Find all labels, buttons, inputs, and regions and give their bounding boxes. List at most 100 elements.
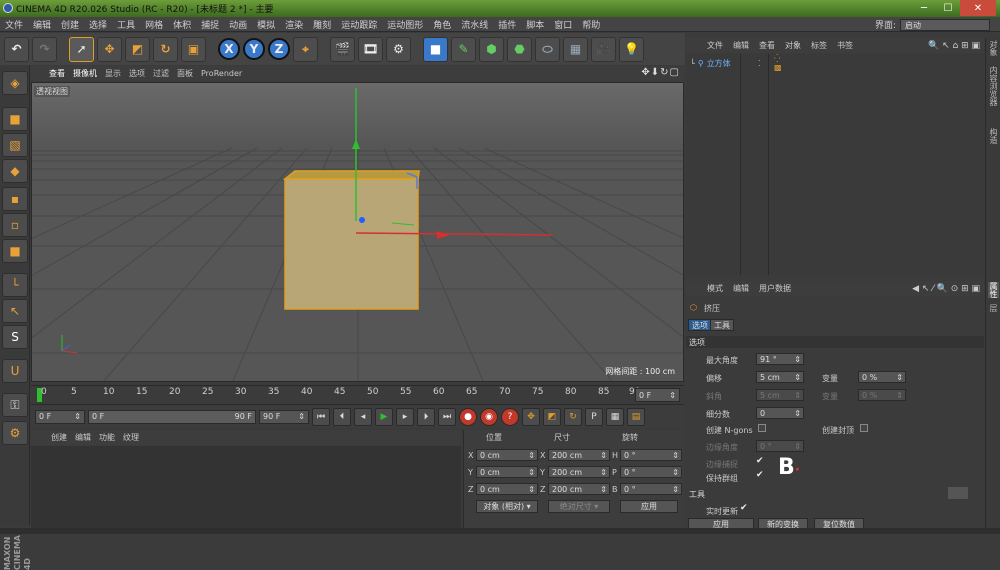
make-editable-icon[interactable]: ◈ (2, 71, 28, 95)
object-name[interactable]: 立方体 (707, 58, 731, 69)
menu-window[interactable]: 窗口 (549, 18, 577, 31)
prev-key-icon[interactable]: ⏴ (333, 407, 351, 426)
menu-tools[interactable]: 工具 (112, 18, 140, 31)
pen-spline-icon[interactable]: ✎ (451, 36, 476, 62)
realtime-update-check-icon[interactable]: ✔ (740, 503, 748, 513)
menu-pipeline[interactable]: 流水线 (456, 18, 493, 31)
offset-field[interactable]: 5 cm ⇕ (756, 371, 804, 383)
obj-menu-file[interactable]: 文件 (702, 40, 728, 51)
live-select-icon[interactable]: ➚ (69, 36, 94, 62)
coordinate-mode-select[interactable]: 对象 (相对) ▾ (476, 500, 538, 513)
position-y-field[interactable]: 0 cm ⇕ (476, 466, 538, 478)
planar-workplane-icon[interactable]: ⚙ (2, 421, 28, 445)
floor-icon[interactable]: ▦ (563, 36, 588, 62)
key-rotation-icon[interactable]: ↻ (564, 407, 582, 426)
play-icon[interactable]: ▶ (375, 407, 393, 426)
visibility-dots-icon[interactable]: ⁚ (758, 59, 761, 68)
size-z-field[interactable]: 200 cm ⇕ (548, 483, 610, 495)
menu-mograph[interactable]: 运动图形 (382, 18, 428, 31)
viewport-menu-options[interactable]: 选项 (126, 68, 148, 79)
menu-character[interactable]: 角色 (428, 18, 456, 31)
menu-select[interactable]: 选择 (84, 18, 112, 31)
subdivision-icon[interactable]: ⬢ (479, 36, 504, 62)
edges-mode-icon[interactable]: ▫ (2, 213, 28, 237)
menu-mesh[interactable]: 网格 (140, 18, 168, 31)
cube-object[interactable] (282, 170, 420, 310)
viewport-menu-filter[interactable]: 过滤 (150, 68, 172, 79)
model-mode-icon[interactable]: ■ (2, 107, 28, 131)
viewport-navigation-icons[interactable]: ✥⬇↻▢ (641, 67, 680, 78)
position-x-field[interactable]: 0 cm ⇕ (476, 449, 538, 461)
tweak-mode-icon[interactable]: ↖ (2, 299, 28, 323)
obj-menu-view[interactable]: 查看 (754, 40, 780, 51)
solo-mode-icon[interactable]: S (2, 325, 28, 349)
tab-tool[interactable]: 工具 (710, 319, 734, 331)
material-menu-texture[interactable]: 纹理 (119, 432, 143, 443)
frame-range-slider[interactable]: 0 F 90 F (88, 409, 256, 424)
bevel-field[interactable]: 5 cm ⇕ (756, 389, 804, 401)
create-ngons-checkbox[interactable] (758, 424, 766, 432)
edge-snap-check-icon[interactable]: ✔ (756, 456, 764, 466)
next-key-icon[interactable]: ⏵ (417, 407, 435, 426)
lock-workplane-icon[interactable]: ⚿ (2, 393, 28, 417)
snap-icon[interactable]: U (2, 359, 28, 383)
close-button[interactable]: ✕ (960, 0, 996, 16)
tab-structure[interactable]: 构造 (988, 128, 999, 144)
rotation-h-field[interactable]: 0 ° ⇕ (620, 449, 682, 461)
menu-snap[interactable]: 捕捉 (196, 18, 224, 31)
rotation-b-field[interactable]: 0 ° ⇕ (620, 483, 682, 495)
menu-animate[interactable]: 动画 (224, 18, 252, 31)
size-mode-select[interactable]: 绝对尺寸 ▾ (548, 500, 610, 513)
minimize-button[interactable]: ─ (912, 0, 936, 16)
move-icon[interactable]: ✥ (97, 36, 122, 62)
rotate-icon[interactable]: ↻ (153, 36, 178, 62)
material-menu-function[interactable]: 功能 (95, 432, 119, 443)
light-icon[interactable]: 💡 (619, 36, 644, 62)
obj-menu-bookmarks[interactable]: 书签 (832, 40, 858, 51)
prev-frame-icon[interactable]: ◂ (354, 407, 372, 426)
edge-angle-field[interactable]: 0 ° ⇕ (756, 440, 804, 452)
workplane-mode-icon[interactable]: ◆ (2, 159, 28, 183)
cube-icon[interactable]: ■ (423, 36, 448, 62)
polygons-mode-icon[interactable]: ■ (2, 239, 28, 263)
menu-plugins[interactable]: 插件 (493, 18, 521, 31)
next-frame-icon[interactable]: ▸ (396, 407, 414, 426)
render-settings-icon[interactable]: ⚙ (386, 36, 411, 62)
menu-volume[interactable]: 体积 (168, 18, 196, 31)
object-list[interactable]: └ ⚲ 立方体 ⁚ ⁛ ▩ (686, 54, 984, 275)
size-y-field[interactable]: 200 cm ⇕ (548, 466, 610, 478)
variance-field[interactable]: 0 % ⇕ (858, 371, 906, 383)
x-axis-lock-icon[interactable]: X (218, 38, 240, 60)
goto-start-icon[interactable]: ⏮ (312, 407, 330, 426)
obj-menu-edit[interactable]: 编辑 (728, 40, 754, 51)
key-position-icon[interactable]: ✥ (522, 407, 540, 426)
attr-menu-mode[interactable]: 模式 (702, 283, 728, 294)
goto-end-icon[interactable]: ⏭ (438, 407, 456, 426)
recent-tools-icon[interactable]: ▣ (181, 36, 206, 62)
coordinate-system-icon[interactable]: ⌖ (293, 36, 318, 62)
menu-render[interactable]: 渲染 (280, 18, 308, 31)
axis-mode-icon[interactable]: └ (2, 273, 28, 297)
tab-attributes[interactable]: 属性 (988, 282, 999, 298)
attr-menu-user-data[interactable]: 用户数据 (754, 283, 796, 294)
key-scale-icon[interactable]: ◩ (543, 407, 561, 426)
tab-objects[interactable]: 对象 (988, 40, 999, 56)
material-manager-area[interactable] (31, 446, 461, 528)
menu-edit[interactable]: 编辑 (28, 18, 56, 31)
y-axis-lock-icon[interactable]: Y (243, 38, 265, 60)
material-menu-edit[interactable]: 编辑 (71, 432, 95, 443)
start-frame-field[interactable]: 0 F ⇕ (35, 409, 85, 424)
key-pla-icon[interactable]: ▦ (606, 407, 624, 426)
timeline-ruler[interactable]: 0 5 10 15 20 25 30 35 40 45 50 55 60 65 … (31, 385, 684, 403)
end-frame-field[interactable]: 90 F ⇕ (259, 409, 309, 424)
render-picture-viewer-icon[interactable]: 🎞 (358, 36, 383, 62)
tab-options[interactable]: 选项 (688, 319, 712, 331)
position-z-field[interactable]: 0 cm ⇕ (476, 483, 538, 495)
autokey-icon[interactable]: ◉ (480, 407, 498, 426)
key-parameter-icon[interactable]: P (585, 407, 603, 426)
max-angle-field[interactable]: 91 ° ⇕ (756, 353, 804, 365)
menu-create[interactable]: 创建 (56, 18, 84, 31)
scale-icon[interactable]: ◩ (125, 36, 150, 62)
attribute-nav-icons[interactable]: ◀ ↖ ⁄ 🔍 ⊙ ⊞ ▣ (912, 284, 980, 294)
maximize-button[interactable]: ☐ (936, 0, 960, 16)
